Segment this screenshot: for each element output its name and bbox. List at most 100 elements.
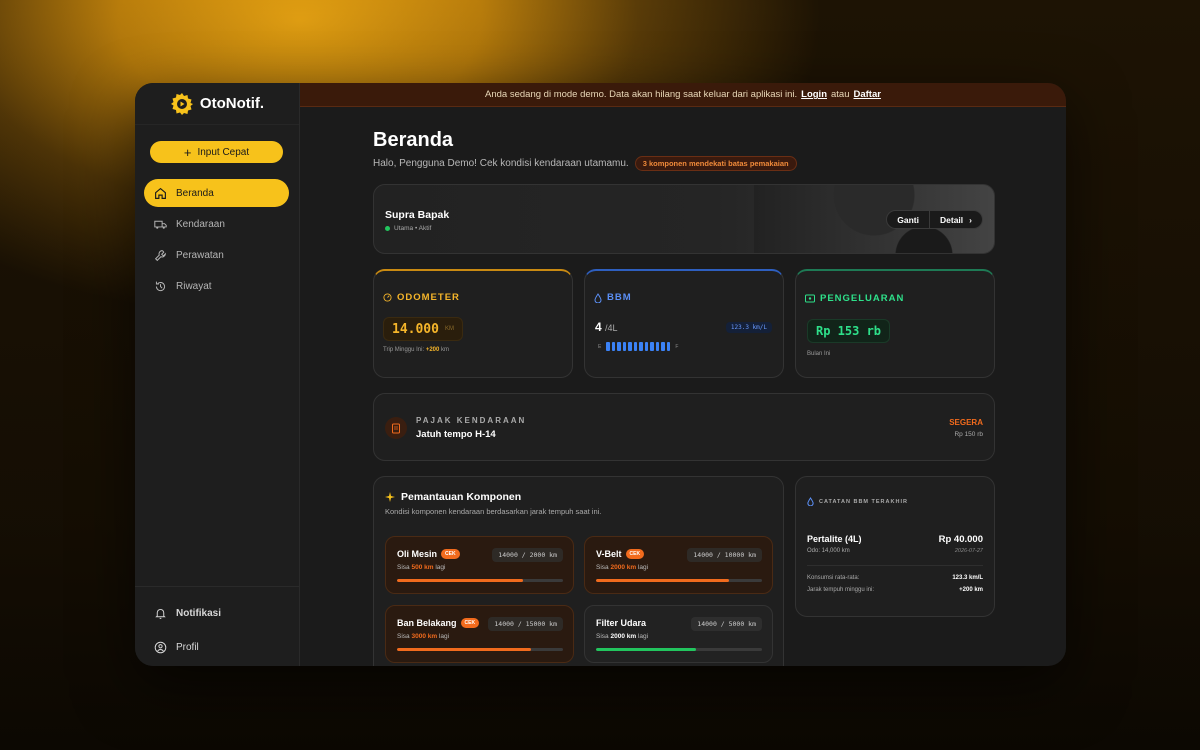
trip-value: +200	[425, 347, 440, 353]
plus-icon: +	[183, 144, 192, 160]
fuel-value: 4	[595, 320, 602, 334]
trip-label: Trip Minggu Ini:	[383, 347, 425, 353]
fuel-label: BBM	[607, 292, 632, 303]
progress-fill	[596, 648, 696, 651]
fuel-avg-label: Konsumsi rata-rata:	[807, 575, 860, 581]
component-remaining: Sisa 500 km lagi	[397, 564, 445, 571]
user-icon	[154, 641, 167, 653]
register-link[interactable]: Daftar	[854, 89, 881, 100]
remaining-suffix: lagi	[637, 564, 649, 571]
remaining-prefix: Sisa	[397, 633, 410, 640]
component-alert-badge[interactable]: 3 komponen mendekati batas pemakaian	[634, 156, 797, 171]
tax-card[interactable]: PAJAK KENDARAAN Jatuh tempo H-14 SEGERA …	[373, 393, 995, 461]
progress-fill	[397, 648, 532, 651]
speedometer-icon	[383, 293, 392, 302]
gauge-segment	[606, 342, 610, 351]
switch-vehicle-button[interactable]: Ganti	[887, 211, 929, 228]
component-progress	[397, 579, 563, 582]
quick-input-button[interactable]: + Input Cepat	[150, 141, 283, 163]
gauge-segment	[639, 342, 643, 351]
gear-logo-icon	[170, 92, 193, 115]
gauge-full-label: F	[675, 343, 679, 350]
tax-due: Jatuh tempo H-14	[416, 429, 496, 440]
check-badge: CEK	[441, 549, 460, 559]
sidebar-item-perawatan[interactable]: Perawatan	[144, 241, 289, 269]
droplet-icon	[594, 292, 602, 303]
fuel-log-card[interactable]: CATATAN BBM TERAKHIR Pertalite (4L) Odo:…	[795, 476, 995, 617]
sidebar-item-notifikasi[interactable]: Notifikasi	[144, 599, 299, 627]
chevron-right-icon: ›	[969, 214, 972, 225]
app-name: OtoNotif.	[199, 95, 265, 112]
truck-icon	[154, 220, 167, 229]
vehicle-detail-button[interactable]: Detail ›	[930, 211, 982, 228]
gauge-segment	[622, 342, 627, 351]
app-logo[interactable]: OtoNotif.	[135, 83, 299, 125]
vehicle-actions: Ganti Detail ›	[886, 210, 983, 229]
fuel-log-price: Rp 40.000	[938, 534, 983, 545]
login-link[interactable]: Login	[801, 89, 827, 100]
vehicle-status: Utama • Aktif	[385, 225, 431, 232]
component-monitor-card: Pemantauan Komponen Kondisi komponen ken…	[373, 476, 784, 666]
quick-input-label: Input Cepat	[197, 146, 250, 158]
remaining-value: 2000 km	[610, 633, 637, 640]
tax-amount: Rp 150 rb	[954, 431, 983, 438]
app-window: OtoNotif. + Input Cepat Beranda Kendaraa…	[135, 83, 1066, 666]
remaining-value: 500 km	[411, 564, 434, 571]
bell-icon	[155, 608, 166, 619]
component-km: 14000 / 15000 km	[488, 617, 563, 631]
fuel-log-odo: Odo: 14,000 km	[807, 548, 850, 554]
expense-value: Rp 153 rb	[807, 319, 891, 343]
wallet-icon	[805, 294, 815, 303]
component-item[interactable]: Filter Udara 14000 / 5000 km Sisa 2000 k…	[584, 605, 773, 663]
component-name: Oli Mesin	[397, 549, 438, 559]
gauge-segment	[661, 342, 665, 351]
remaining-value: 2000 km	[610, 564, 637, 571]
component-remaining: Sisa 2000 km lagi	[596, 564, 648, 571]
fuel-header: BBM	[594, 292, 632, 303]
component-km: 14000 / 10000 km	[687, 548, 762, 562]
sparkle-icon	[385, 492, 395, 502]
expense-card[interactable]: PENGELUARAN Rp 153 rb Bulan Ini	[795, 269, 995, 378]
sidebar-item-profil[interactable]: Profil	[144, 633, 299, 661]
component-progress	[596, 579, 762, 582]
gauge-segment	[666, 342, 671, 351]
fuel-card[interactable]: BBM 4 /4L 123.3 km/L E F	[584, 269, 784, 378]
component-km: 14000 / 2000 km	[492, 548, 563, 562]
trip-unit: km	[441, 347, 449, 353]
fuel-log-header: CATATAN BBM TERAKHIR	[807, 497, 908, 506]
tax-status-badge: SEGERA	[949, 418, 983, 427]
vehicle-status-text: Utama • Aktif	[394, 225, 432, 232]
fuel-avg-row: Konsumsi rata-rata: 123.3 km/L	[807, 575, 983, 581]
component-progress	[397, 648, 563, 651]
vehicle-card: Supra Bapak Utama • Aktif Ganti Detail ›	[373, 184, 995, 254]
odometer-value-box: 14.000 KM	[383, 317, 463, 341]
component-item[interactable]: Ban Belakang CEK 14000 / 15000 km Sisa 30…	[385, 605, 574, 663]
tax-document-icon	[385, 417, 407, 439]
main-content: Anda sedang di mode demo. Data akan hila…	[300, 83, 1066, 666]
component-name-row: Ban Belakang CEK	[397, 618, 480, 628]
banner-or: atau	[831, 89, 850, 100]
component-item[interactable]: Oli Mesin CEK 14000 / 2000 km Sisa 500 km…	[385, 536, 574, 594]
gauge-bars	[606, 342, 671, 351]
component-name: Filter Udara	[596, 618, 647, 628]
remaining-prefix: Sisa	[596, 633, 609, 640]
odometer-header: ODOMETER	[383, 292, 460, 303]
component-name: V-Belt	[596, 549, 622, 559]
sidebar-item-beranda[interactable]: Beranda	[144, 179, 289, 207]
page-title: Beranda	[373, 129, 454, 151]
tax-label: PAJAK KENDARAAN	[416, 416, 527, 425]
sidebar-item-label: Kendaraan	[176, 218, 225, 230]
page-subtitle-row: Halo, Pengguna Demo! Cek kondisi kendara…	[373, 156, 797, 171]
sidebar-item-label: Perawatan	[176, 249, 224, 261]
sidebar-item-riwayat[interactable]: Riwayat	[144, 272, 289, 300]
remaining-suffix: lagi	[438, 633, 450, 640]
sidebar-item-kendaraan[interactable]: Kendaraan	[144, 210, 289, 238]
gauge-segment	[628, 342, 632, 351]
component-item[interactable]: V-Belt CEK 14000 / 10000 km Sisa 2000 km …	[584, 536, 773, 594]
component-name: Ban Belakang	[397, 618, 457, 628]
check-badge: CEK	[460, 618, 480, 628]
sidebar-item-label: Profil	[176, 641, 199, 653]
demo-banner: Anda sedang di mode demo. Data akan hila…	[300, 83, 1066, 107]
odometer-card[interactable]: ODOMETER 14.000 KM Trip Minggu Ini: +200…	[373, 269, 573, 378]
fuel-unit: /4L	[605, 323, 618, 333]
